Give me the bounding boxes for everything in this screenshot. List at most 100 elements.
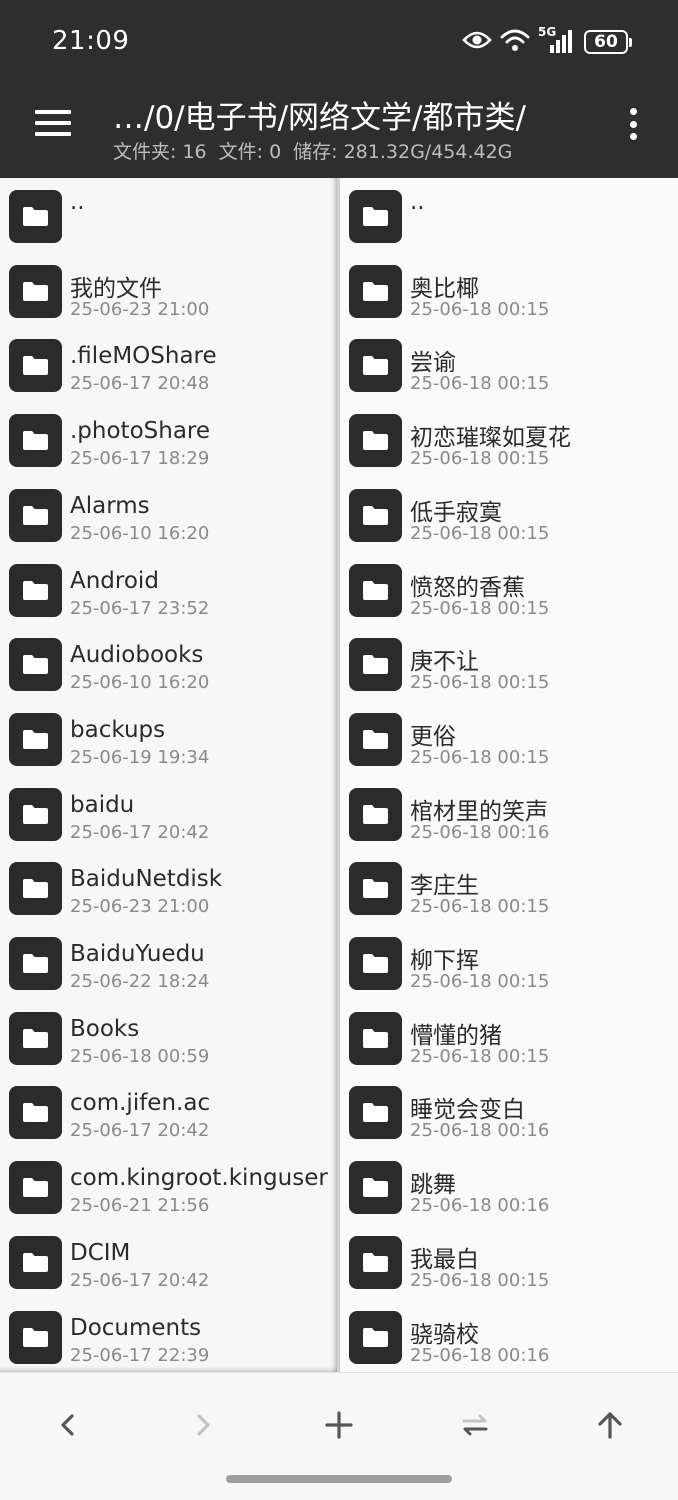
folder-name: Audiobooks: [70, 642, 204, 669]
folder-name: 低手寂寞: [410, 499, 502, 526]
folder-date: 25-06-18 00:15: [410, 522, 550, 544]
folder-row[interactable]: 更俗 25-06-18 00:15: [340, 702, 678, 777]
folder-date: 25-06-10 16:20: [70, 522, 210, 544]
folder-icon: [349, 937, 402, 990]
folder-icon: [9, 264, 62, 318]
folder-name: 李庄生: [410, 873, 479, 900]
folder-date: 25-06-18 00:15: [410, 448, 550, 470]
folder-date: 25-06-18 00:15: [410, 1045, 550, 1067]
folder-date: 25-06-17 22:39: [70, 1344, 210, 1366]
folder-date: 25-06-18 00:59: [70, 1045, 210, 1067]
folder-name: Books: [70, 1015, 140, 1042]
folder-icon: [349, 563, 402, 617]
folder-row[interactable]: 庚不让 25-06-18 00:15: [340, 627, 678, 702]
folder-row[interactable]: 低手寂寞 25-06-18 00:15: [340, 478, 678, 553]
status-time: 21:09: [52, 26, 130, 56]
folder-name: 愤怒的香蕉: [410, 574, 525, 601]
folder-icon: [349, 787, 402, 841]
folder-row[interactable]: 棺材里的笑声 25-06-18 00:16: [340, 777, 678, 852]
folder-row[interactable]: 懵懂的猪 25-06-18 00:15: [340, 1001, 678, 1076]
folder-name: Documents: [70, 1314, 202, 1341]
folder-name: ..: [410, 189, 425, 215]
eye-icon: [462, 30, 492, 54]
folder-date: 25-06-18 00:15: [410, 373, 550, 395]
folder-icon: [349, 638, 402, 692]
folder-name: 柳下挥: [410, 948, 479, 974]
folder-icon: [9, 1310, 62, 1364]
folder-row[interactable]: 我最白 25-06-18 00:15: [340, 1225, 678, 1300]
up-arrow-icon: [598, 1412, 622, 1439]
folder-row[interactable]: BaiduNetdisk 25-06-23 21:00: [0, 851, 337, 926]
folder-row[interactable]: com.kingroot.kinguser 25-06-21 21:56: [0, 1150, 337, 1225]
folder-icon: [349, 488, 402, 542]
swap-button[interactable]: [447, 1397, 503, 1453]
folder-date: 25-06-17 20:48: [70, 373, 210, 395]
folder-row[interactable]: backups 25-06-19 19:34: [0, 702, 337, 777]
folder-date: 25-06-22 18:24: [70, 971, 210, 992]
right-pane[interactable]: .. 奥比椰 25-06-18 00:15 尝谕 25-06-18 00:15 初恋璀璨如…: [340, 178, 678, 1372]
folder-icon: [9, 638, 62, 692]
folder-name: backups: [70, 716, 166, 743]
folder-row[interactable]: 愤怒的香蕉 25-06-18 00:15: [340, 553, 678, 628]
forward-button[interactable]: [175, 1397, 231, 1453]
folder-row[interactable]: BaiduYuedu 25-06-22 18:24: [0, 926, 337, 1001]
folder-date: 25-06-18 00:16: [410, 1195, 550, 1217]
current-path: …/0/电子书/网络文学/都市类/: [113, 100, 526, 136]
menu-icon[interactable]: [35, 110, 71, 136]
folder-date: 25-06-17 20:42: [70, 821, 210, 843]
folder-row[interactable]: Audiobooks 25-06-10 16:20: [0, 627, 337, 702]
folder-row[interactable]: Android 25-06-17 23:52: [0, 553, 337, 628]
folder-name: 更俗: [410, 723, 456, 750]
back-button[interactable]: [40, 1397, 96, 1453]
folder-icon: [349, 414, 402, 468]
signal-icon: 5G: [538, 25, 576, 55]
up-button[interactable]: [582, 1397, 638, 1453]
status-bar: 21:09 5G 60: [0, 0, 678, 88]
folder-row[interactable]: com.jifen.ac 25-06-17 20:42: [0, 1075, 337, 1150]
folder-icon: [349, 190, 402, 243]
folder-row[interactable]: 睡觉会变白 25-06-18 00:16: [340, 1075, 678, 1150]
folder-icon: [9, 563, 62, 617]
folder-row[interactable]: Alarms 25-06-10 16:20: [0, 478, 337, 553]
folder-name: 我最白: [410, 1246, 479, 1273]
folder-row[interactable]: .fileMOShare 25-06-17 20:48: [0, 328, 337, 403]
folder-row[interactable]: 奥比椰 25-06-18 00:15: [340, 254, 678, 329]
file-count: 文件: 0: [218, 141, 282, 163]
parent-folder-row[interactable]: ..: [0, 179, 337, 254]
folder-name: 庚不让: [410, 649, 479, 676]
parent-folder-row[interactable]: ..: [340, 179, 678, 254]
folder-name: com.kingroot.kinguser: [70, 1165, 328, 1192]
folder-row[interactable]: Books 25-06-18 00:59: [0, 1001, 337, 1076]
back-arrow-icon: [61, 1414, 74, 1436]
folder-name: 懵懂的猪: [410, 1022, 502, 1049]
home-indicator[interactable]: [226, 1475, 452, 1483]
folder-info: 文件夹: 16 文件: 0 储存: 281.32G/454.42G: [113, 137, 512, 164]
folder-icon: [349, 264, 402, 318]
folder-row[interactable]: 骁骑校 25-06-18 00:16: [340, 1300, 678, 1373]
folder-date: 25-06-17 18:29: [70, 448, 210, 470]
folder-row[interactable]: DCIM 25-06-17 20:42: [0, 1225, 337, 1300]
file-panes: .. 我的文件 25-06-23 21:00 .fileMOShare 25-06-1…: [0, 178, 678, 1372]
folder-date: 25-06-18 00:15: [410, 672, 550, 694]
folder-name: DCIM: [70, 1239, 131, 1266]
folder-row[interactable]: 我的文件 25-06-23 21:00: [0, 254, 337, 329]
folder-name: ..: [70, 189, 85, 215]
folder-row[interactable]: 李庄生 25-06-18 00:15: [340, 851, 678, 926]
folder-row[interactable]: 尝谕 25-06-18 00:15: [340, 328, 678, 403]
app-header: 21:09 5G 60 …/0/电子书/网络文学/都市类/ 文件夹: 16 文件…: [0, 0, 678, 178]
folder-row[interactable]: .photoShare 25-06-17 18:29: [0, 403, 337, 478]
folder-row[interactable]: 初恋璀璨如夏花 25-06-18 00:15: [340, 403, 678, 478]
folder-icon: [9, 712, 62, 766]
folder-name: BaiduNetdisk: [70, 866, 223, 893]
left-pane[interactable]: .. 我的文件 25-06-23 21:00 .fileMOShare 25-06-1…: [0, 178, 337, 1372]
folder-row[interactable]: 跳舞 25-06-18 00:16: [340, 1150, 678, 1225]
wifi-icon: [500, 28, 530, 56]
add-button[interactable]: [311, 1397, 367, 1453]
folder-name: 初恋璀璨如夏花: [410, 425, 571, 452]
more-vert-icon[interactable]: [628, 108, 638, 140]
folder-name: 尝谕: [410, 350, 456, 377]
folder-date: 25-06-18 00:15: [410, 1269, 550, 1291]
folder-row[interactable]: baidu 25-06-17 20:42: [0, 777, 337, 852]
folder-row[interactable]: Documents 25-06-17 22:39: [0, 1300, 337, 1373]
folder-row[interactable]: 柳下挥 25-06-18 00:15: [340, 926, 678, 1001]
